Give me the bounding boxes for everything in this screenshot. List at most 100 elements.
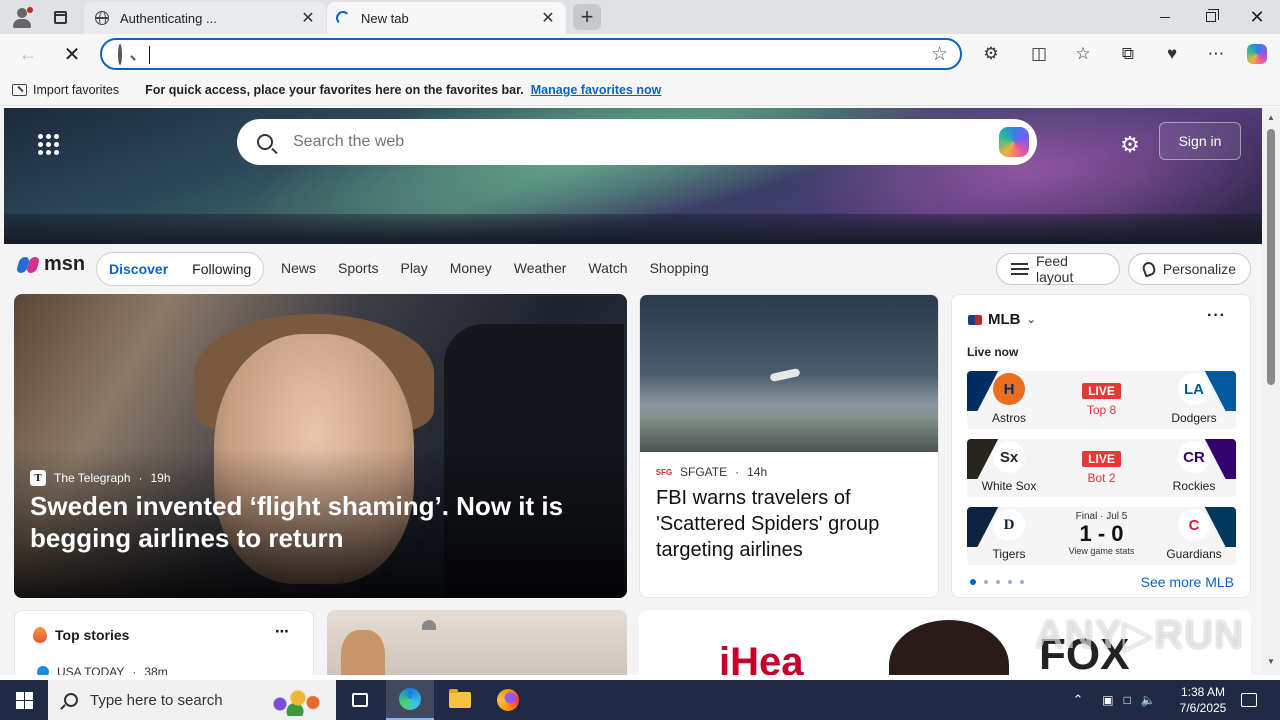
address-bar[interactable]: ☆: [100, 38, 962, 70]
story-source: USA TODAY · 38m: [37, 665, 168, 675]
split-screen-icon[interactable]: ◫: [1023, 40, 1055, 68]
nav-shopping[interactable]: Shopping: [650, 260, 709, 276]
tab-authenticating[interactable]: Authenticating ... ✕: [84, 2, 326, 34]
task-view-button[interactable]: [336, 680, 384, 720]
story-image: [640, 295, 938, 452]
top-stories-header[interactable]: Top stories: [33, 627, 129, 643]
scroll-up-arrow-icon[interactable]: ▲: [1267, 113, 1275, 122]
more-options-icon[interactable]: ···: [1207, 307, 1226, 325]
nav-sports[interactable]: Sports: [338, 260, 378, 276]
manage-favorites-link[interactable]: Manage favorites now: [531, 83, 662, 97]
photo-person: [889, 620, 1009, 675]
feed-layout-button[interactable]: Feed layout: [996, 253, 1120, 285]
taskbar-search[interactable]: Type here to search: [48, 680, 336, 720]
web-search-box[interactable]: [237, 119, 1037, 165]
notification-center-button[interactable]: [1234, 680, 1264, 720]
import-favorites-button[interactable]: Import favorites: [12, 83, 119, 97]
top-stories-title: Top stories: [55, 627, 130, 643]
source-name: USA TODAY: [57, 665, 125, 675]
view-game-stats-link[interactable]: View game stats: [1051, 546, 1152, 556]
start-button[interactable]: [0, 680, 48, 720]
file-explorer-button[interactable]: [436, 680, 484, 720]
scrollbar-thumb[interactable]: [1267, 129, 1275, 385]
copilot-icon[interactable]: [1241, 40, 1273, 68]
nav-play[interactable]: Play: [400, 260, 427, 276]
close-tab-icon[interactable]: ✕: [536, 8, 560, 28]
usa-today-logo-icon: [37, 666, 49, 675]
edge-taskbar-button[interactable]: [386, 680, 434, 720]
scroll-down-arrow-icon[interactable]: ▼: [1267, 657, 1275, 666]
show-hidden-icons-button[interactable]: ⌃: [1068, 680, 1088, 720]
personalize-button[interactable]: Personalize: [1128, 253, 1251, 285]
sign-in-button[interactable]: Sign in: [1159, 122, 1241, 160]
import-icon: [12, 83, 27, 96]
folder-icon: [449, 689, 471, 708]
copilot-icon[interactable]: [999, 127, 1029, 157]
close-window-button[interactable]: ✕: [1234, 0, 1280, 34]
story-card[interactable]: [327, 610, 627, 675]
carousel-dot[interactable]: [1008, 580, 1012, 584]
volume-icon[interactable]: 🔈: [1141, 693, 1156, 707]
see-more-mlb-link[interactable]: See more MLB: [1141, 574, 1234, 590]
carousel-dot[interactable]: [984, 580, 988, 584]
white-sox-logo-icon: Sx: [993, 441, 1025, 473]
nav-money[interactable]: Money: [450, 260, 492, 276]
game-row[interactable]: Sx White Sox LIVE Bot 2 CR Rockies: [967, 439, 1236, 497]
carousel-dot[interactable]: [1020, 580, 1024, 584]
windows-logo-icon: [15, 691, 33, 709]
more-options-icon[interactable]: ⋯: [275, 623, 289, 640]
settings-gear-icon[interactable]: ⚙: [1117, 132, 1143, 158]
web-search-input[interactable]: [293, 133, 973, 151]
story-source: T The Telegraph · 19h: [30, 470, 171, 486]
live-badge: LIVE: [1082, 383, 1121, 399]
nav-weather[interactable]: Weather: [514, 260, 567, 276]
extensions-icon[interactable]: ⚙: [975, 40, 1007, 68]
stop-loading-button[interactable]: ✕: [58, 40, 86, 68]
story-card[interactable]: SFG SFGATE · 14h FBI warns travelers of …: [639, 294, 939, 598]
msn-logo-icon: [15, 255, 41, 275]
favorites-icon[interactable]: ☆: [1067, 40, 1099, 68]
more-icon[interactable]: ⋯: [1200, 40, 1232, 68]
collections-icon[interactable]: ⧉: [1112, 40, 1144, 68]
browser-essentials-icon[interactable]: ♥: [1156, 40, 1188, 68]
close-tab-icon[interactable]: ✕: [296, 8, 320, 28]
runway-decoration: [640, 415, 938, 452]
photo-person: [341, 630, 385, 675]
airplane-decoration: [769, 367, 801, 383]
restore-button[interactable]: [1188, 0, 1234, 34]
edge-icon: [399, 688, 421, 710]
carousel-dot[interactable]: [996, 580, 1000, 584]
page-scrollbar[interactable]: ▲ ▼: [1262, 107, 1280, 675]
tab-actions-icon[interactable]: [48, 5, 72, 29]
tab-new-tab[interactable]: New tab ✕: [327, 2, 566, 34]
msn-logo-text: msn: [44, 253, 86, 275]
team-name: White Sox: [981, 479, 1037, 493]
nav-news[interactable]: News: [281, 260, 316, 276]
story-headline[interactable]: FBI warns travelers of 'Scattered Spider…: [656, 485, 926, 563]
story-headline[interactable]: Sweden invented ‘flight shaming’. Now it…: [30, 490, 615, 554]
lead-story-card[interactable]: T The Telegraph · 19h Sweden invented ‘f…: [14, 294, 627, 598]
nav-watch[interactable]: Watch: [588, 260, 627, 276]
tab-following[interactable]: Following: [192, 261, 251, 277]
carousel-dot-active[interactable]: [970, 579, 976, 585]
notification-icon: [1241, 693, 1257, 707]
profile-icon[interactable]: [10, 5, 34, 29]
game-row[interactable]: H Astros LIVE Top 8 LA Dodgers: [967, 371, 1236, 429]
clock[interactable]: 1:38 AM 7/6/2025: [1172, 680, 1234, 720]
wifi-icon[interactable]: □: [1124, 693, 1131, 707]
msn-logo[interactable]: msn: [15, 253, 86, 276]
app-launcher-icon[interactable]: [38, 134, 59, 155]
dot-separator: ·: [735, 465, 740, 479]
minimize-button[interactable]: [1142, 0, 1188, 34]
network-icon[interactable]: ▣: [1102, 693, 1113, 707]
back-button[interactable]: ←: [14, 40, 42, 68]
game-row[interactable]: D Tigers Final · Jul 5 1 - 0 View game s…: [967, 507, 1236, 565]
firefox-button[interactable]: [484, 680, 532, 720]
story-source: SFG SFGATE · 14h: [656, 465, 767, 479]
mlb-logo-icon: [968, 314, 982, 325]
mlb-header[interactable]: MLB ⌄: [968, 311, 1036, 328]
address-input[interactable]: [146, 45, 906, 65]
tab-discover[interactable]: Discover: [109, 261, 168, 277]
favorite-star-icon[interactable]: ☆: [931, 43, 948, 66]
new-tab-button[interactable]: +: [573, 4, 601, 30]
